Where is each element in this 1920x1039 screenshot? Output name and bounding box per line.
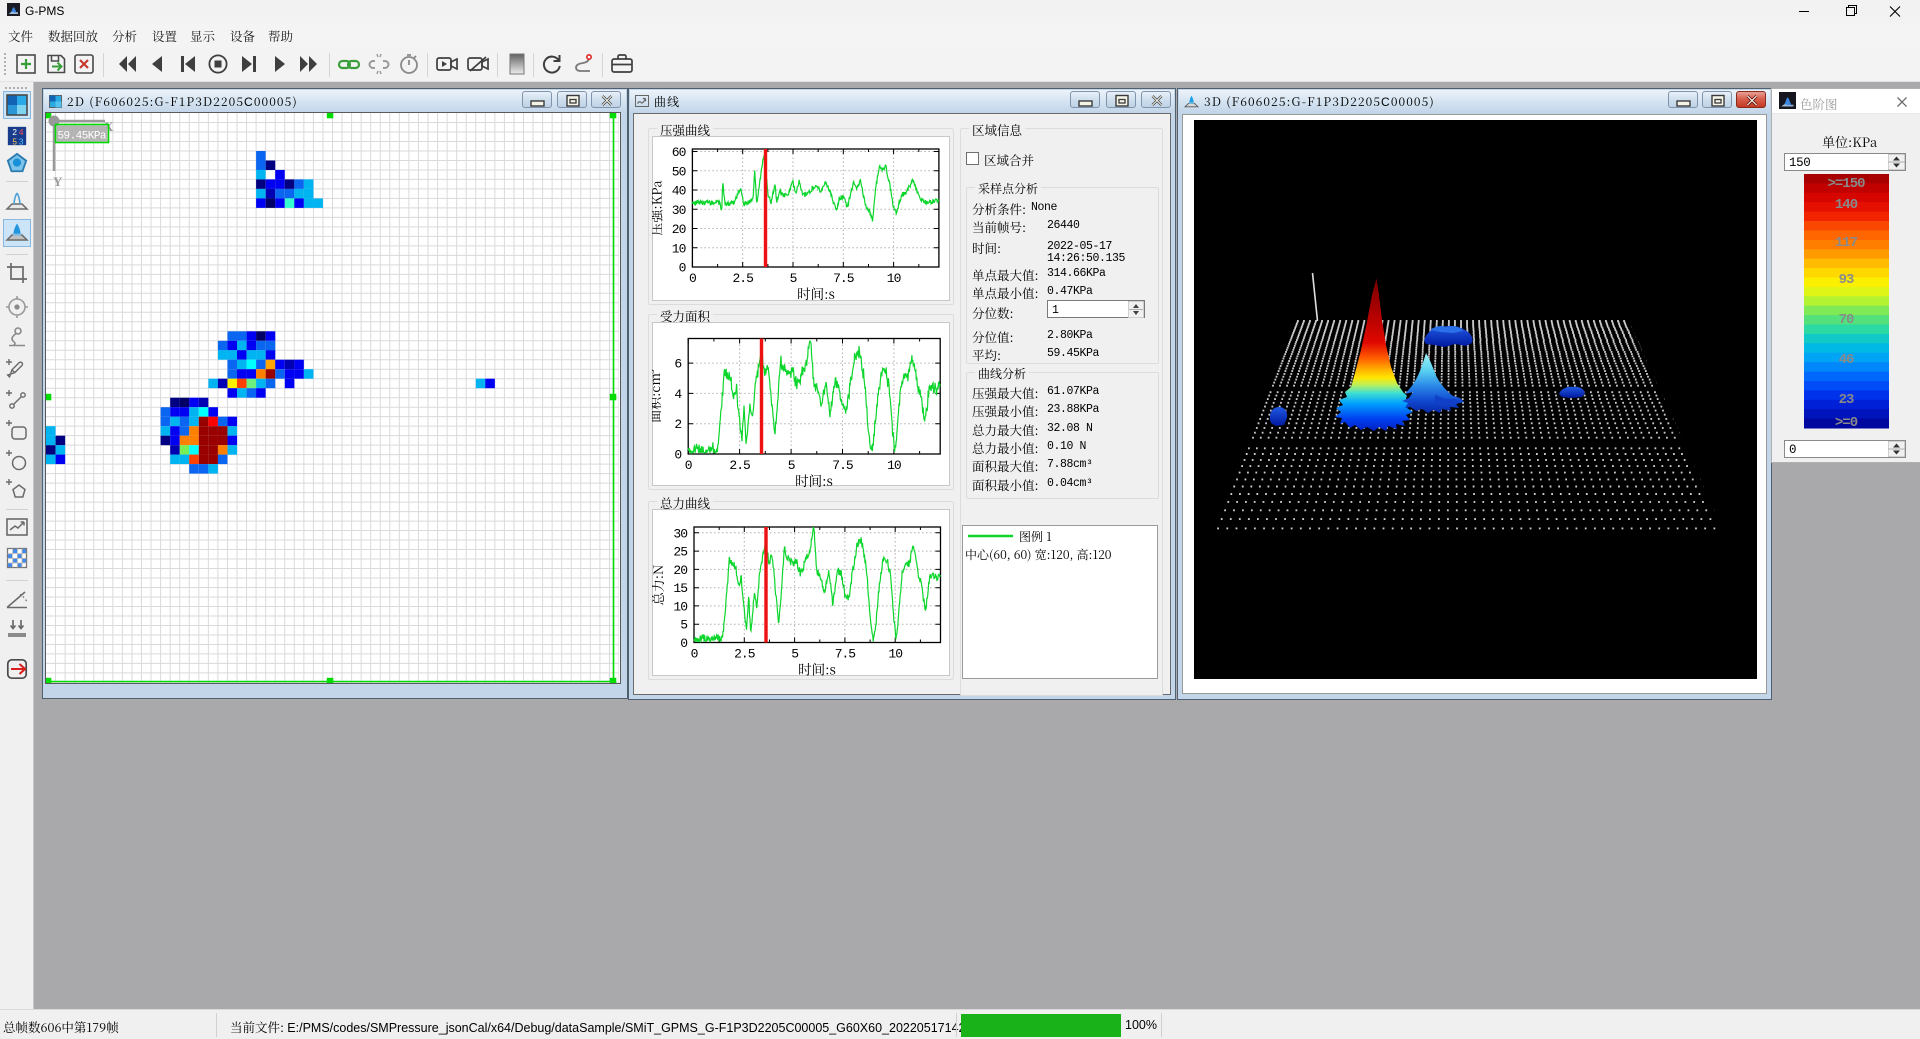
- svg-text:5: 5: [788, 458, 795, 473]
- svg-text:93: 93: [1839, 272, 1854, 288]
- svg-text:0: 0: [679, 261, 686, 276]
- svg-text:0: 0: [674, 448, 681, 463]
- svg-text:40: 40: [672, 184, 686, 199]
- svg-text:20: 20: [672, 222, 686, 237]
- svg-text:4: 4: [19, 128, 24, 137]
- svg-text:7.5: 7.5: [833, 271, 854, 286]
- svg-text:时间:s: 时间:s: [798, 659, 836, 679]
- svg-text:2: 2: [12, 128, 17, 137]
- svg-text:30: 30: [673, 526, 687, 541]
- svg-text:6: 6: [674, 357, 681, 372]
- svg-text:0: 0: [691, 647, 698, 662]
- svg-text:10: 10: [887, 458, 901, 473]
- svg-text:46: 46: [1839, 352, 1854, 368]
- svg-text:50: 50: [672, 164, 686, 179]
- svg-text:70: 70: [1839, 312, 1854, 328]
- svg-text:5: 5: [12, 137, 17, 146]
- svg-text:>=0: >=0: [1835, 415, 1858, 431]
- svg-text:4: 4: [674, 387, 682, 402]
- svg-text:面积:cm³: 面积:cm³: [652, 369, 664, 423]
- svg-text:0: 0: [689, 271, 696, 286]
- svg-text:10: 10: [672, 241, 686, 256]
- svg-text:5: 5: [680, 618, 687, 633]
- svg-text:压强:KPa: 压强:KPa: [652, 180, 665, 236]
- svg-text:时间:s: 时间:s: [797, 283, 835, 303]
- svg-text:20: 20: [673, 563, 687, 578]
- svg-text:0: 0: [680, 636, 687, 651]
- svg-text:117: 117: [1835, 235, 1858, 251]
- svg-text:2: 2: [674, 417, 681, 432]
- svg-text:15: 15: [673, 581, 687, 596]
- svg-text:总力:N: 总力:N: [652, 565, 667, 606]
- svg-text:25: 25: [673, 545, 687, 560]
- svg-text:2.5: 2.5: [729, 458, 750, 473]
- svg-text:时间:s: 时间:s: [795, 470, 833, 488]
- svg-text:60: 60: [672, 145, 686, 160]
- svg-text:2.5: 2.5: [734, 647, 755, 662]
- svg-text:10: 10: [673, 599, 687, 614]
- svg-text:7.5: 7.5: [832, 458, 853, 473]
- svg-text:140: 140: [1835, 197, 1858, 213]
- svg-text:10: 10: [888, 647, 902, 662]
- svg-text:>=150: >=150: [1827, 176, 1865, 192]
- svg-text:3: 3: [19, 137, 24, 146]
- svg-text:7.5: 7.5: [835, 647, 856, 662]
- svg-text:23: 23: [1839, 392, 1854, 408]
- svg-text:30: 30: [672, 203, 686, 218]
- svg-text:Y: Y: [53, 174, 63, 189]
- svg-text:59.45KPa: 59.45KPa: [58, 131, 107, 143]
- svg-text:10: 10: [887, 271, 901, 286]
- svg-text:5: 5: [790, 271, 797, 286]
- svg-text:2.5: 2.5: [732, 271, 753, 286]
- svg-text:0: 0: [685, 458, 692, 473]
